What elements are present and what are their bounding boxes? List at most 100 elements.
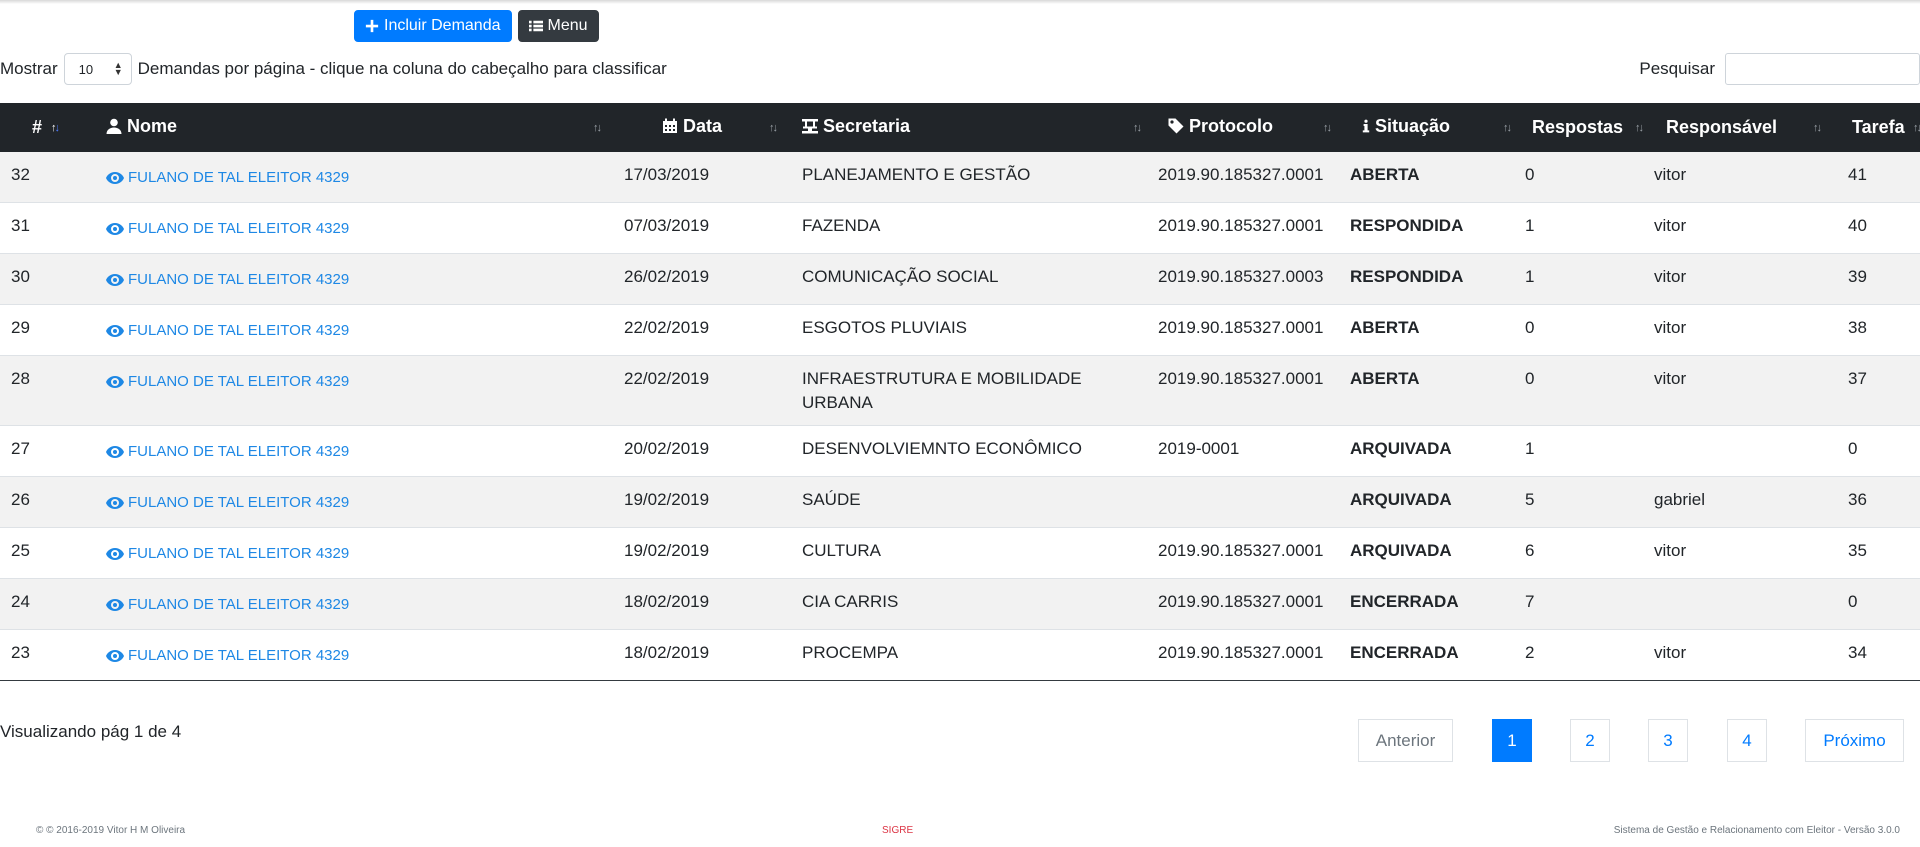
view-demand-link[interactable]: FULANO DE TAL ELEITOR 4329 xyxy=(106,542,349,566)
sort-icon: ↑↓ xyxy=(1813,121,1822,134)
cell-id: 32 xyxy=(11,165,30,184)
page-button-3[interactable]: 3 xyxy=(1648,719,1688,762)
citizen-name: FULANO DE TAL ELEITOR 4329 xyxy=(128,596,350,613)
user-icon xyxy=(106,118,122,135)
cell-nome: FULANO DE TAL ELEITOR 4329 xyxy=(96,579,608,630)
cell-date: 19/02/2019 xyxy=(624,541,710,560)
view-demand-link[interactable]: FULANO DE TAL ELEITOR 4329 xyxy=(106,319,349,343)
page-length-value: 10 xyxy=(78,61,94,77)
cell-situacao: ARQUIVADA xyxy=(1350,541,1452,560)
cell-respostas: 6 xyxy=(1525,541,1535,560)
page-length-select[interactable]: 10 ▲ ▼ xyxy=(63,53,132,85)
cell-date: 18/02/2019 xyxy=(624,643,710,662)
cell-nome: FULANO DE TAL ELEITOR 4329 xyxy=(96,630,608,681)
view-demand-link[interactable]: FULANO DE TAL ELEITOR 4329 xyxy=(106,440,349,464)
view-demand-link[interactable]: FULANO DE TAL ELEITOR 4329 xyxy=(106,644,349,668)
cell-protocolo: 2019.90.185327.0001 xyxy=(1158,643,1324,662)
cell-secretaria: SAÚDE xyxy=(802,490,861,509)
col-header-protocolo[interactable]: Protocolo ↑↓ xyxy=(1148,103,1338,152)
table-header-row: # ↑↓ Nome ↑↓ Data ↑↓ Secretaria ↑↓ Proto… xyxy=(0,103,1920,152)
pagination: Anterior 1 2 3 4 Próximo xyxy=(0,719,1920,763)
footer: © © 2016-2019 Vitor H M Oliveira SIGRE S… xyxy=(0,825,1920,841)
cell-tarefa: 41 xyxy=(1848,165,1867,184)
cell-protocolo: 2019.90.185327.0001 xyxy=(1158,592,1324,611)
building-icon xyxy=(802,119,818,134)
page-length-control: Mostrar 10 ▲ ▼ Demandas por página - cliq… xyxy=(0,52,667,86)
search-label: Pesquisar xyxy=(1639,59,1715,78)
cell-nome: FULANO DE TAL ELEITOR 4329 xyxy=(96,254,608,305)
eye-icon xyxy=(106,599,124,611)
cell-id: 30 xyxy=(11,267,30,286)
sort-icon: ↑↓ xyxy=(1133,121,1142,134)
eye-icon xyxy=(106,376,124,388)
menu-button[interactable]: Menu xyxy=(517,10,599,42)
citizen-name: FULANO DE TAL ELEITOR 4329 xyxy=(128,220,350,237)
eye-icon xyxy=(106,223,124,235)
col-header-respostas[interactable]: Respostas ↑↓ xyxy=(1518,103,1644,152)
col-header-secretaria[interactable]: Secretaria ↑↓ xyxy=(784,103,1148,152)
view-demand-link[interactable]: FULANO DE TAL ELEITOR 4329 xyxy=(106,491,349,515)
cell-responsavel: vitor xyxy=(1654,643,1687,662)
sort-icon: ↑↓ xyxy=(1323,121,1332,134)
citizen-name: FULANO DE TAL ELEITOR 4329 xyxy=(128,169,350,186)
cell-situacao: RESPONDIDA xyxy=(1350,267,1464,286)
view-demand-link[interactable]: FULANO DE TAL ELEITOR 4329 xyxy=(106,166,349,190)
table-row: 29 FULANO DE TAL ELEITOR 4329 22/02/2019 ES… xyxy=(0,305,1920,356)
cell-nome: FULANO DE TAL ELEITOR 4329 xyxy=(96,152,608,203)
add-demand-label: Incluir Demanda xyxy=(384,17,501,34)
col-header-id-label: # xyxy=(32,117,43,137)
cell-responsavel: vitor xyxy=(1654,318,1687,337)
cell-responsavel: vitor xyxy=(1654,165,1687,184)
eye-icon xyxy=(106,325,124,337)
demands-table: # ↑↓ Nome ↑↓ Data ↑↓ Secretaria ↑↓ Proto… xyxy=(0,103,1920,681)
cell-situacao: ABERTA xyxy=(1350,318,1420,337)
cell-respostas: 0 xyxy=(1525,165,1535,184)
cell-date: 17/03/2019 xyxy=(624,165,710,184)
add-demand-button[interactable]: Incluir Demanda xyxy=(354,10,512,42)
col-header-data[interactable]: Data ↑↓ xyxy=(608,103,784,152)
citizen-name: FULANO DE TAL ELEITOR 4329 xyxy=(128,647,350,664)
cell-situacao: ARQUIVADA xyxy=(1350,439,1452,458)
cell-respostas: 2 xyxy=(1525,643,1535,662)
cell-responsavel: vitor xyxy=(1654,216,1687,235)
cell-responsavel: vitor xyxy=(1654,369,1687,388)
page-button-2[interactable]: 2 xyxy=(1570,719,1610,762)
search-input[interactable] xyxy=(1725,53,1920,85)
cell-responsavel xyxy=(1644,426,1828,477)
previous-page-button[interactable]: Anterior xyxy=(1358,719,1453,762)
sort-icon: ↑↓ xyxy=(1913,121,1920,134)
col-header-responsavel[interactable]: Responsável ↑↓ xyxy=(1644,103,1828,152)
cell-respostas: 1 xyxy=(1525,439,1535,458)
page-button-4[interactable]: 4 xyxy=(1727,719,1767,762)
eye-icon xyxy=(106,274,124,286)
cell-date: 26/02/2019 xyxy=(624,267,710,286)
col-header-tarefa[interactable]: Tarefa ↑↓ xyxy=(1828,103,1920,152)
page-button-1[interactable]: 1 xyxy=(1492,719,1532,762)
cell-secretaria: INFRAESTRUTURA E MOBILIDADE URBANA xyxy=(802,369,1082,412)
cell-date: 18/02/2019 xyxy=(624,592,710,611)
col-header-situacao[interactable]: Situação ↑↓ xyxy=(1338,103,1518,152)
view-demand-link[interactable]: FULANO DE TAL ELEITOR 4329 xyxy=(106,593,349,617)
cell-date: 22/02/2019 xyxy=(624,369,710,388)
cell-tarefa: 36 xyxy=(1848,490,1867,509)
eye-icon xyxy=(106,497,124,509)
cell-secretaria: PROCEMPA xyxy=(802,643,899,662)
cell-protocolo: 2019.90.185327.0001 xyxy=(1158,165,1324,184)
col-header-nome[interactable]: Nome ↑↓ xyxy=(96,103,608,152)
next-page-button[interactable]: Próximo xyxy=(1805,719,1904,762)
col-header-id[interactable]: # ↑↓ xyxy=(0,103,96,152)
cell-tarefa: 37 xyxy=(1848,369,1867,388)
cell-secretaria: CIA CARRIS xyxy=(802,592,899,611)
cell-nome: FULANO DE TAL ELEITOR 4329 xyxy=(96,528,608,579)
footer-app-name: SIGRE xyxy=(882,825,914,836)
citizen-name: FULANO DE TAL ELEITOR 4329 xyxy=(128,322,350,339)
citizen-name: FULANO DE TAL ELEITOR 4329 xyxy=(128,373,350,390)
citizen-name: FULANO DE TAL ELEITOR 4329 xyxy=(128,494,350,511)
view-demand-link[interactable]: FULANO DE TAL ELEITOR 4329 xyxy=(106,370,349,394)
table-row: 28 FULANO DE TAL ELEITOR 4329 22/02/2019 IN… xyxy=(0,355,1920,426)
plus-icon xyxy=(365,19,379,33)
view-demand-link[interactable]: FULANO DE TAL ELEITOR 4329 xyxy=(106,217,349,241)
view-demand-link[interactable]: FULANO DE TAL ELEITOR 4329 xyxy=(106,268,349,292)
show-label: Mostrar xyxy=(0,59,58,78)
cell-responsavel: vitor xyxy=(1654,267,1687,286)
